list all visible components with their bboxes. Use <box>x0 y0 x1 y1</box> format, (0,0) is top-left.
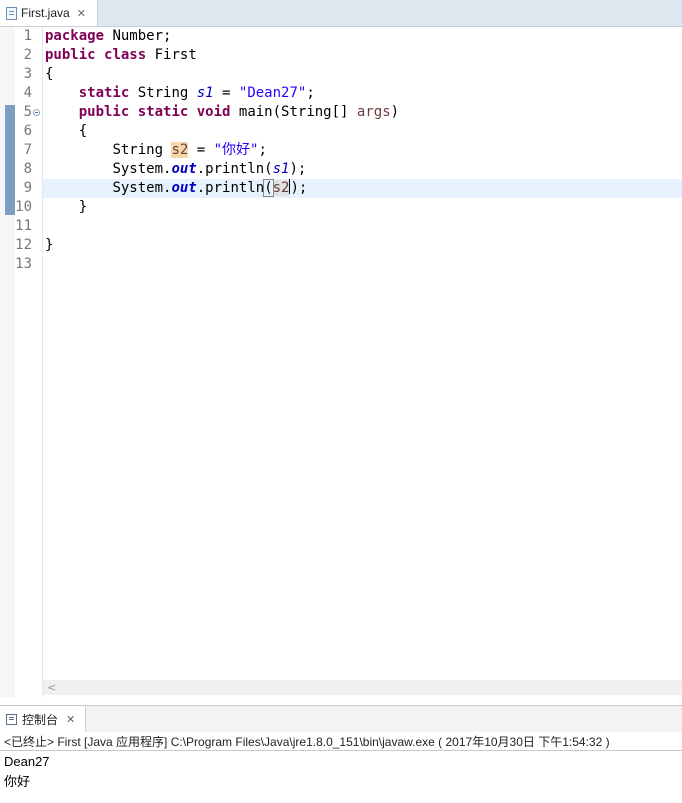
code-line: public static void main(String[] args) <box>78 104 400 120</box>
code-line: public class First <box>45 47 197 63</box>
code-line: } <box>45 237 54 253</box>
line-number: 9 <box>23 180 32 196</box>
editor-tab-bar: First.java ✕ <box>0 0 682 27</box>
code-line: System.out.println(s2); <box>112 179 308 197</box>
line-number: 1 <box>23 28 32 44</box>
close-icon[interactable]: ✕ <box>66 713 75 726</box>
console-icon <box>6 713 17 725</box>
line-number: 8 <box>23 161 32 177</box>
code-line: } <box>78 199 88 215</box>
line-number: 12 <box>15 237 32 253</box>
line-number: 13 <box>15 256 32 272</box>
line-number: 11 <box>15 218 32 234</box>
console-output-line: Dean27 <box>4 754 50 769</box>
divider <box>0 750 682 751</box>
line-number: 4 <box>23 85 32 101</box>
code-line: { <box>45 66 54 82</box>
horizontal-scrollbar[interactable]: < <box>43 680 682 695</box>
scroll-left-icon[interactable]: < <box>47 680 56 695</box>
console-tab-bar: 控制台 ✕ <box>0 705 682 732</box>
tab-console[interactable]: 控制台 ✕ <box>0 706 86 732</box>
line-number: 6 <box>23 123 32 139</box>
line-number: 10 <box>15 199 32 215</box>
console-output-line: 你好 <box>4 774 31 789</box>
code-line: package Number; <box>45 28 172 44</box>
line-number: 2 <box>23 47 32 63</box>
console-status-line: <已终止> First [Java 应用程序] C:\Program Files… <box>4 735 610 749</box>
tab-label: First.java <box>21 6 70 20</box>
console-tab-label: 控制台 <box>22 712 59 727</box>
java-file-icon <box>6 6 17 20</box>
line-numbers: 1 2 3 4 5 6 7 8 9 10 11 12 13 <box>15 27 32 274</box>
change-marker <box>5 105 15 215</box>
code-text[interactable]: package Number; public class First { sta… <box>45 27 399 274</box>
code-line: static String s1 = "Dean27"; <box>78 85 315 101</box>
line-number: 7 <box>23 142 32 158</box>
line-number: 5 <box>23 104 32 120</box>
console-output[interactable]: Dean27 你好 <box>4 752 50 792</box>
code-line: String s2 = "你好"; <box>112 142 267 158</box>
code-line: System.out.println(s1); <box>112 161 307 177</box>
fold-collapse-icon[interactable] <box>33 109 40 116</box>
code-line: { <box>78 123 88 139</box>
close-icon[interactable]: ✕ <box>77 7 86 20</box>
tab-first-java[interactable]: First.java ✕ <box>0 0 98 26</box>
line-number: 3 <box>23 66 32 82</box>
code-editor[interactable]: 1 2 3 4 5 6 7 8 9 10 11 12 13 package Nu… <box>0 27 682 697</box>
